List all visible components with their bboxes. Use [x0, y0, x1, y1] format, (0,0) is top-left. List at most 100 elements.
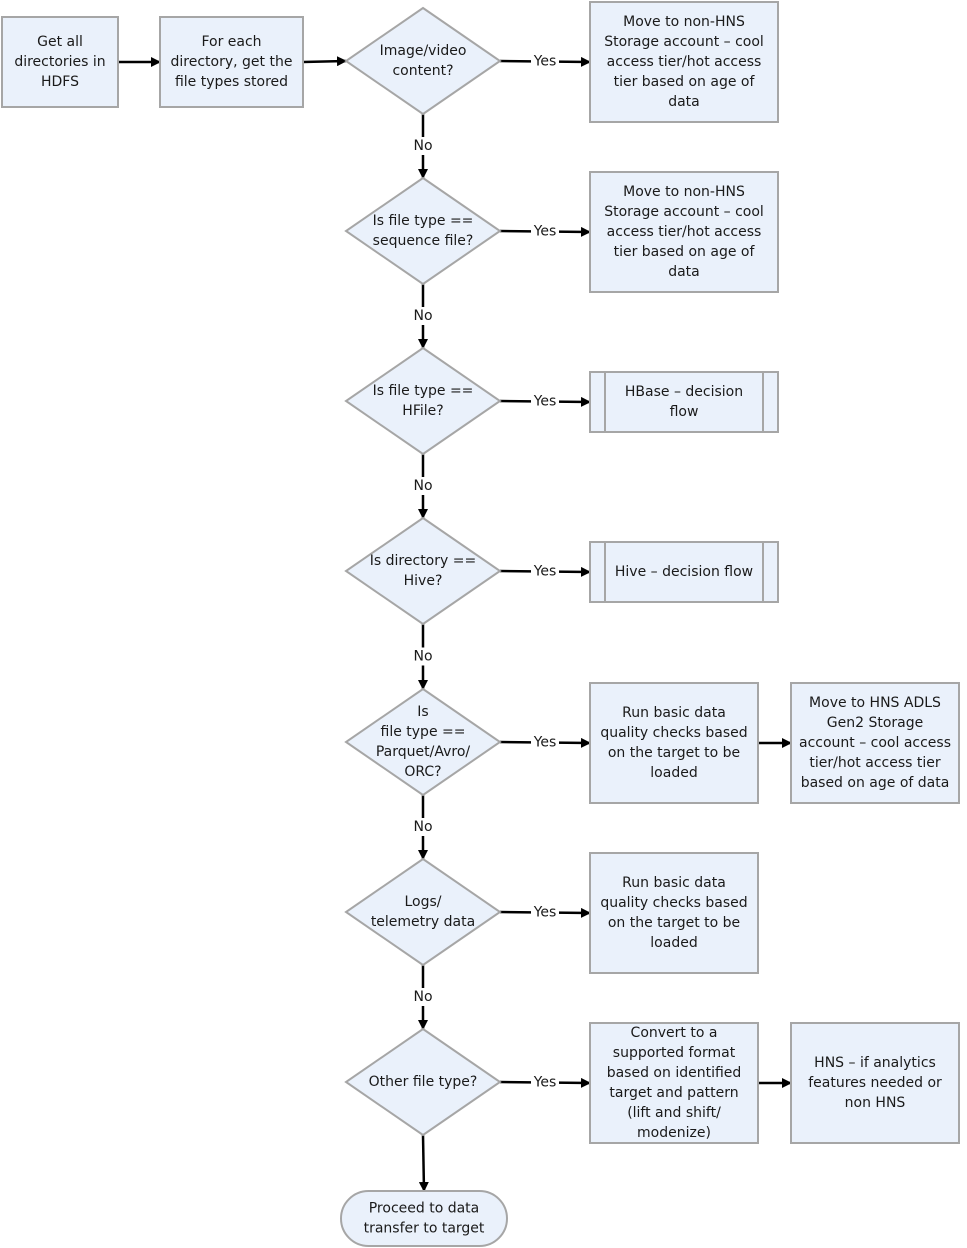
- edge-d-image-to-d-seq: No: [409, 114, 437, 179]
- node-label-line: Is directory ==: [370, 553, 476, 569]
- edge-label-no: No: [413, 308, 432, 324]
- process-node-r-convert: Convert to a supported format based on ide…: [589, 1022, 759, 1144]
- subprocess-node-r-hbase: HBase – decision flow: [589, 371, 779, 433]
- node-label-line: Run basic data: [622, 875, 726, 891]
- edge-label-yes: Yes: [533, 564, 557, 580]
- edge-d-seq-to-d-hfile: No: [409, 284, 437, 349]
- node-label-line: directories in: [14, 54, 105, 70]
- edge-label-no: No: [413, 649, 432, 665]
- node-label-line: Is file type ==: [373, 383, 474, 399]
- nodes-layer: Get all directories in HDFS For each directo…: [1, 1, 960, 1247]
- decision-node-d-hive: Is directory == Hive?: [344, 516, 502, 626]
- edge-label-yes: Yes: [533, 905, 557, 921]
- node-label-line: data: [668, 94, 700, 110]
- node-label-line: target and pattern: [609, 1085, 738, 1101]
- edge-d-other-to-end: [418, 1134, 429, 1192]
- node-label-line: based on age of data: [801, 775, 950, 791]
- process-box: [589, 852, 759, 974]
- node-label-line: Is file type ==: [373, 213, 474, 229]
- edge-line: [418, 1134, 429, 1192]
- node-label-line: For each: [201, 34, 261, 50]
- process-node-r-parquet-dq: Run basic data quality checks based on the…: [589, 682, 759, 804]
- decision-node-d-parquet: Is file type == Parquet/Avro/ORC?: [344, 687, 502, 797]
- node-label-line: Move to non-HNS: [623, 14, 745, 30]
- decision-diamond: [344, 6, 502, 116]
- node-label-line: Hive?: [404, 573, 443, 589]
- node-label-line: Hive – decision flow: [615, 564, 753, 580]
- node-label-line: file types stored: [175, 74, 288, 90]
- edge-label-yes: Yes: [533, 224, 557, 240]
- node-label-line: quality checks based: [600, 895, 747, 911]
- edge-label-no: No: [413, 989, 432, 1005]
- decision-diamond: [344, 857, 502, 967]
- node-label-line: flow: [670, 404, 699, 420]
- decision-node-d-seq: Is file type == sequence file?: [344, 176, 502, 286]
- node-label-line: Logs/: [404, 894, 441, 910]
- edge-d-hive-to-d-parquet: No: [409, 624, 437, 690]
- node-label-line: tier based on age of: [614, 244, 756, 260]
- decision-diamond: [344, 176, 502, 286]
- node-label-line: based on identified: [607, 1065, 742, 1081]
- node-label-line: supported format: [613, 1045, 736, 1061]
- node-label-line: tier based on age of: [614, 74, 756, 90]
- node-label-line: sequence file?: [373, 233, 474, 249]
- decision-diamond: [344, 346, 502, 456]
- decision-node-d-logs: Logs/telemetry data: [344, 857, 502, 967]
- node-label-line: tier/hot access tier: [809, 755, 940, 771]
- process-node-r-seq: Move to non-HNS Storage account – cool acc…: [589, 171, 779, 293]
- node-label-line: non HNS: [845, 1095, 906, 1111]
- process-node-r-parquet-move: Move to HNS ADLS Gen2 Storage account – co…: [790, 682, 960, 804]
- node-label-line: Parquet/Avro/: [376, 744, 471, 760]
- node-label-line: access tier/hot access: [607, 54, 762, 70]
- node-label-line: Is: [417, 704, 428, 720]
- node-label-line: content?: [392, 63, 453, 79]
- decision-node-d-hfile: Is file type == HFile?: [344, 346, 502, 456]
- node-label-line: HBase – decision: [625, 384, 743, 400]
- node-label-line: on the target to be: [608, 915, 740, 931]
- edge-label-no: No: [413, 138, 432, 154]
- process-node-r-hns: HNS – if analytics features needed or non …: [790, 1022, 960, 1144]
- node-label-line: Move to non-HNS: [623, 184, 745, 200]
- edge-label-yes: Yes: [533, 735, 557, 751]
- edge-d-hfile-to-r-hbase: Yes: [499, 392, 591, 411]
- node-label-line: Gen2 Storage: [827, 715, 923, 731]
- node-label-line: file type ==: [381, 724, 466, 740]
- node-label-line: HDFS: [41, 74, 79, 90]
- node-label-line: account – cool access: [799, 735, 951, 751]
- node-label-line: (lift and shift/: [627, 1105, 721, 1121]
- process-node-r-image: Move to non-HNS Storage account – cool acc…: [589, 1, 779, 123]
- node-label-line: modenize): [637, 1125, 711, 1141]
- flowchart-canvas: Yes No Yes No Yes No Yes No Yes No Yes No Yes Get al…: [1, 1, 960, 1247]
- node-label-line: Proceed to data: [369, 1201, 480, 1217]
- edge-d-logs-to-r-logs-dq: Yes: [499, 903, 591, 922]
- node-label-line: Move to HNS ADLS: [809, 695, 941, 711]
- edge-label-yes: Yes: [533, 54, 557, 70]
- edge-d-hfile-to-d-hive: No: [409, 454, 437, 519]
- node-label-line: Get all: [37, 34, 83, 50]
- node-label-line: ORC?: [404, 764, 441, 780]
- node-label-line: telemetry data: [371, 914, 475, 930]
- decision-diamond: [344, 516, 502, 626]
- node-label-line: quality checks based: [600, 725, 747, 741]
- process-box: [589, 682, 759, 804]
- subprocess-node-r-hive: Hive – decision flow: [589, 541, 779, 603]
- node-label-line: transfer to target: [364, 1221, 485, 1237]
- edge-line: [302, 56, 347, 67]
- edge-d-parquet-to-d-logs: No: [409, 795, 437, 860]
- edge-d-other-to-r-convert: Yes: [499, 1073, 591, 1092]
- subprocess-box: [589, 371, 779, 433]
- node-label-line: access tier/hot access: [607, 224, 762, 240]
- node-label-line: Image/video: [380, 43, 467, 59]
- edge-label-no: No: [413, 819, 432, 835]
- node-label-line: features needed or: [808, 1075, 942, 1091]
- node-label-line: loaded: [650, 765, 697, 781]
- node-label-line: directory, get the: [171, 54, 293, 70]
- node-label-line: loaded: [650, 935, 697, 951]
- edge-label-yes: Yes: [533, 1075, 557, 1091]
- process-node-get-dirs: Get all directories in HDFS: [1, 16, 119, 108]
- edge-d-image-to-r-image: Yes: [499, 52, 591, 71]
- node-label-line: HNS – if analytics: [814, 1055, 936, 1071]
- node-label-line: Other file type?: [369, 1074, 478, 1090]
- node-label-line: Storage account – cool: [604, 204, 764, 220]
- node-label-line: Storage account – cool: [604, 34, 764, 50]
